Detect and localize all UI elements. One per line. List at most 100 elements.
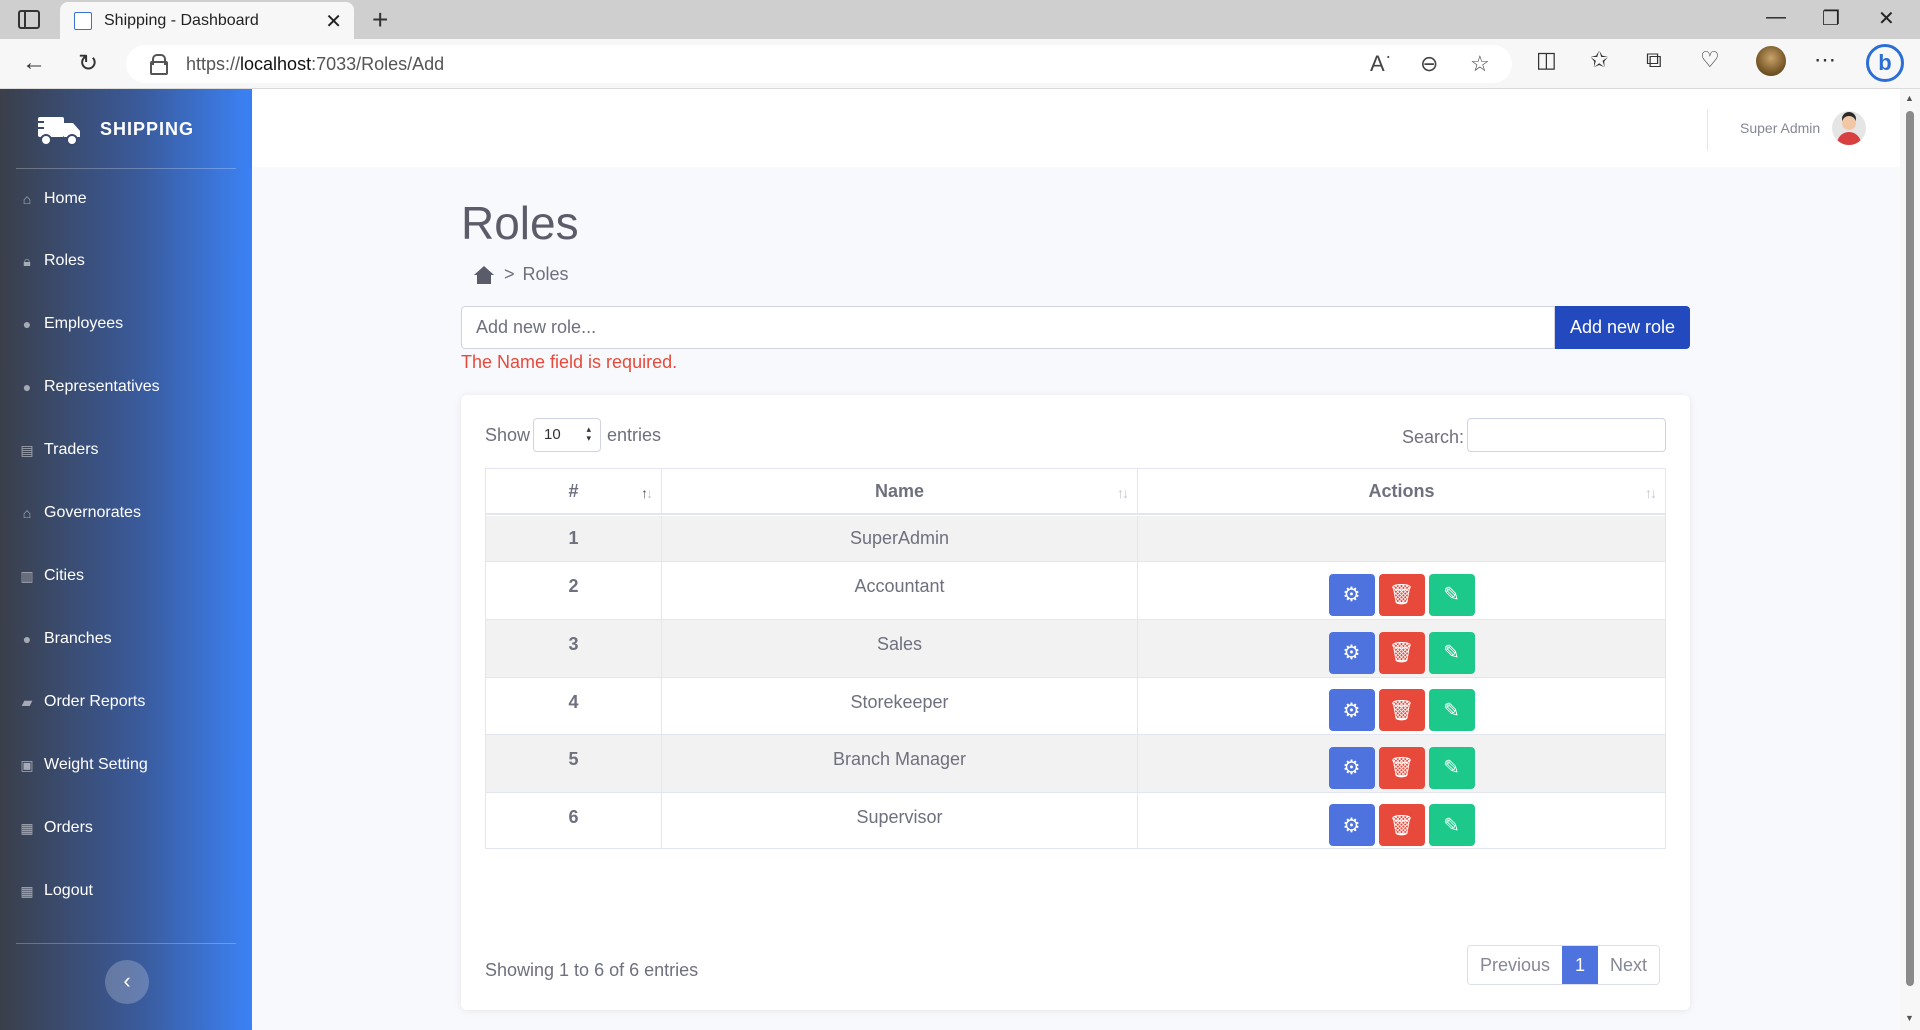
close-tab-icon[interactable]: ✕ — [325, 9, 342, 34]
page-1-button[interactable]: 1 — [1562, 946, 1599, 984]
browser-tab[interactable]: Shipping - Dashboard ✕ — [60, 2, 354, 39]
delete-button[interactable]: 🗑︎ — [1378, 804, 1425, 846]
sidebar-item-cities[interactable]: ▥ Cities — [18, 556, 238, 596]
table-row: 5 Branch Manager ⚙ 🗑︎ ✎ — [486, 735, 1665, 793]
edit-icon: ✎ — [1443, 584, 1460, 606]
settings-button[interactable]: ⚙ — [1328, 689, 1375, 731]
split-screen-icon[interactable]: ◫ — [1536, 47, 1557, 73]
lock-icon: 🔒︎ — [23, 252, 31, 269]
page-scrollbar[interactable]: ▲ ▼ — [1900, 89, 1920, 1030]
trash-icon: 🗑︎ — [1388, 584, 1415, 606]
table-search-input[interactable] — [1467, 418, 1666, 452]
sidebar-item-order-reports[interactable]: ▰ Order Reports — [18, 682, 238, 722]
avatar[interactable] — [1832, 111, 1866, 145]
role-name: Accountant — [662, 562, 1138, 619]
delete-button[interactable]: 🗑︎ — [1378, 631, 1425, 674]
new-role-input[interactable] — [461, 306, 1555, 349]
collections-icon[interactable]: ⧉ — [1646, 47, 1662, 73]
map-pin-icon: ● — [22, 631, 32, 647]
zoom-out-icon[interactable]: ⊖ — [1420, 51, 1438, 77]
url-text: https://localhost:7033/Roles/Add — [186, 54, 445, 74]
browser-essentials-icon[interactable]: ♡ — [1700, 47, 1720, 73]
profile-avatar[interactable] — [1756, 46, 1786, 76]
home-icon[interactable] — [474, 265, 494, 284]
favorites-icon[interactable]: ✩ — [1590, 47, 1608, 73]
sort-icon: ↑↓ — [641, 485, 653, 501]
edit-icon: ✎ — [1443, 757, 1460, 779]
table-info: Showing 1 to 6 of 6 entries — [485, 960, 699, 980]
row-actions — [1138, 516, 1665, 561]
favorite-star-icon[interactable]: ☆ — [1470, 51, 1490, 77]
gear-icon: ⚙ — [1342, 699, 1361, 722]
truck-logo-icon — [34, 117, 80, 146]
bing-copilot-icon[interactable]: b — [1866, 44, 1904, 82]
sidebar-item-governorates[interactable]: ⌂ Governorates — [18, 493, 238, 533]
landmark-icon: ⌂ — [22, 505, 32, 521]
read-aloud-icon[interactable]: A͘ — [1370, 51, 1385, 77]
city-icon: ▥ — [20, 567, 34, 584]
sidebar-collapse-button[interactable]: ‹ — [105, 960, 149, 1004]
roles-table: # ↑↓ Name ↑↓ Actions ↑↓ 1 SuperAdmin 2 Acco… — [485, 468, 1666, 849]
sort-icon: ↑↓ — [1645, 485, 1657, 501]
scroll-down-icon[interactable]: ▼ — [1905, 1013, 1914, 1023]
edit-icon: ✎ — [1443, 699, 1460, 722]
back-icon[interactable]: ← — [22, 49, 46, 77]
sidebar-item-roles[interactable]: 🔒︎ Roles — [18, 241, 238, 281]
user-icon: ● — [22, 379, 32, 395]
scroll-up-icon[interactable]: ▲ — [1905, 93, 1914, 103]
settings-button[interactable]: ⚙ — [1328, 631, 1375, 674]
edit-button[interactable]: ✎ — [1428, 573, 1475, 616]
sidebar-item-representatives[interactable]: ● Representatives — [18, 367, 238, 407]
sidebar-item-weight-setting[interactable]: ▣ Weight Setting — [18, 745, 238, 785]
edit-button[interactable]: ✎ — [1428, 689, 1475, 731]
gear-icon: ⚙ — [1342, 584, 1361, 606]
sidebar-item-branches[interactable]: ● Branches — [18, 619, 238, 659]
sidebar-item-logout[interactable]: ▦ Logout — [18, 871, 238, 911]
delete-button[interactable]: 🗑︎ — [1378, 689, 1425, 731]
add-role-button[interactable]: Add new role — [1555, 306, 1690, 349]
table-row: 3 Sales ⚙ 🗑︎ ✎ — [486, 620, 1665, 678]
new-tab-icon[interactable]: + — [372, 4, 388, 36]
role-name: Storekeeper — [662, 678, 1138, 734]
lock-icon — [150, 54, 168, 75]
row-number: 1 — [486, 516, 662, 561]
sidebar-item-home[interactable]: ⌂ Home — [18, 179, 238, 219]
sidebar-item-orders[interactable]: ▦ Orders — [18, 808, 238, 848]
more-options-icon[interactable]: ⋯ — [1814, 47, 1836, 73]
edit-button[interactable]: ✎ — [1428, 746, 1475, 789]
settings-button[interactable]: ⚙ — [1328, 804, 1375, 846]
page-size-select[interactable]: 10 — [533, 418, 601, 452]
column-header-name[interactable]: Name ↑↓ — [662, 469, 1138, 513]
column-header-actions[interactable]: Actions ↑↓ — [1138, 469, 1665, 513]
settings-button[interactable]: ⚙ — [1328, 573, 1375, 616]
previous-page-button[interactable]: Previous — [1468, 946, 1563, 984]
page-favicon-icon — [74, 12, 92, 30]
sidebar-item-employees[interactable]: ● Employees — [18, 304, 238, 344]
delete-button[interactable]: 🗑︎ — [1378, 573, 1425, 616]
minimize-icon[interactable]: — — [1766, 6, 1786, 29]
gear-icon: ⚙ — [1342, 757, 1361, 779]
sort-icon: ↑↓ — [1117, 485, 1129, 501]
search-label: Search: — [1402, 427, 1465, 447]
delete-button[interactable]: 🗑︎ — [1378, 746, 1425, 789]
breadcrumb-current: Roles — [522, 264, 569, 284]
refresh-icon[interactable]: ↻ — [78, 49, 98, 78]
store-icon: ▤ — [20, 441, 34, 458]
next-page-button[interactable]: Next — [1598, 946, 1660, 984]
brand-name: SHIPPING — [100, 119, 195, 139]
edit-button[interactable]: ✎ — [1428, 631, 1475, 674]
settings-button[interactable]: ⚙ — [1328, 746, 1375, 789]
restore-icon[interactable]: ❐ — [1822, 6, 1840, 31]
breadcrumb: > Roles — [474, 264, 569, 285]
sidebar-item-traders[interactable]: ▤ Traders — [18, 430, 238, 470]
show-label: Show — [485, 425, 531, 445]
url-field[interactable]: https://localhost:7033/Roles/Add A͘ ⊖ ☆ — [126, 45, 1512, 83]
user-name[interactable]: Super Admin — [1740, 120, 1820, 136]
row-number: 3 — [486, 620, 662, 677]
sidebar-toggle-icon[interactable] — [18, 10, 40, 29]
user-icon: ● — [22, 316, 32, 332]
window-close-icon[interactable]: ✕ — [1878, 6, 1895, 31]
column-header-number[interactable]: # ↑↓ — [486, 469, 662, 513]
edit-button[interactable]: ✎ — [1428, 804, 1475, 846]
scroll-thumb[interactable] — [1906, 111, 1914, 986]
